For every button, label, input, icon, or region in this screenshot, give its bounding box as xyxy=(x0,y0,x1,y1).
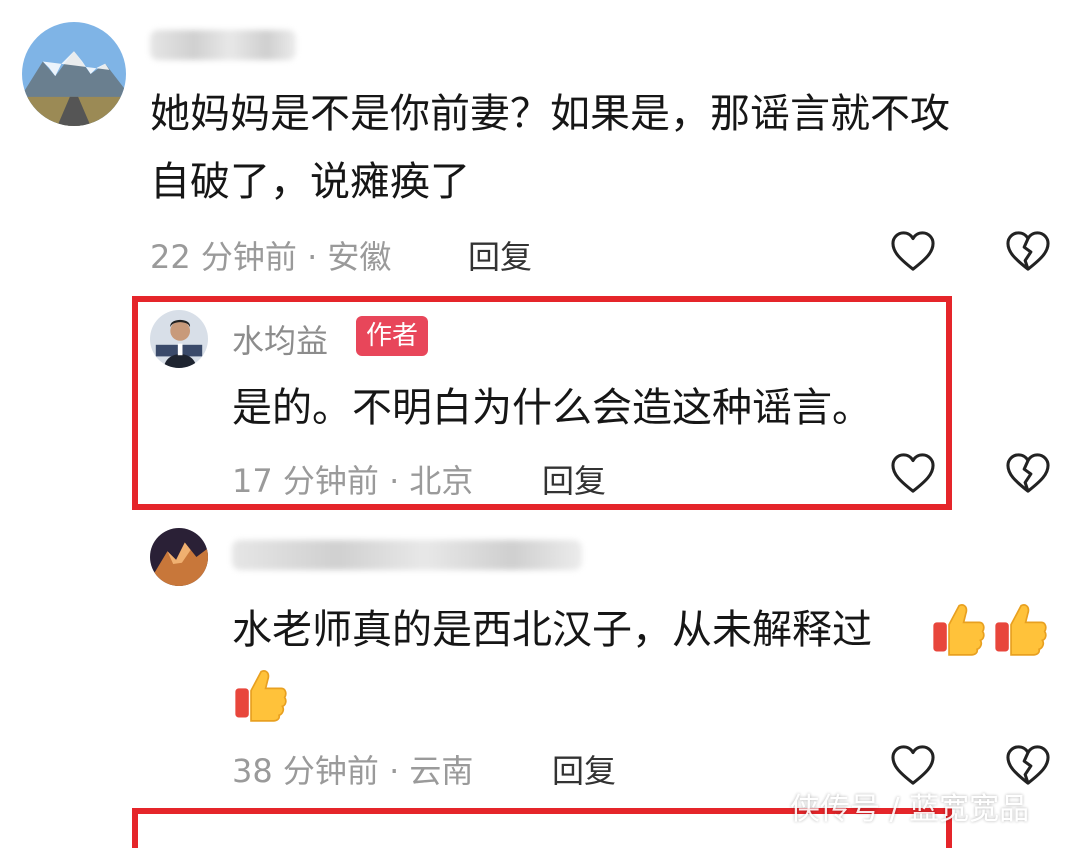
author-name[interactable]: 水均益 xyxy=(232,316,328,362)
thumbs-up-emoji xyxy=(232,666,288,722)
comment-text: 水老师真的是西北汉子，从未解释过 xyxy=(232,607,872,653)
thumbs-up-emoji xyxy=(930,600,986,656)
like-icon[interactable] xyxy=(890,744,936,786)
comment-meta: 17 分钟前 · 北京 xyxy=(232,462,474,500)
avatar[interactable] xyxy=(150,528,208,586)
like-icon[interactable] xyxy=(890,230,936,272)
author-badge: 作者 xyxy=(356,316,429,356)
reply-button[interactable]: 回复 xyxy=(542,456,606,502)
comment-meta: 22 分钟前 · 安徽 xyxy=(150,238,392,276)
thumbs-up-emoji xyxy=(992,600,1048,656)
dislike-icon[interactable] xyxy=(1005,230,1051,272)
avatar[interactable] xyxy=(22,22,126,126)
username-blurred xyxy=(232,540,582,570)
username-blurred xyxy=(150,30,296,60)
reply-button[interactable]: 回复 xyxy=(468,232,532,278)
dislike-icon[interactable] xyxy=(1005,744,1051,786)
dislike-icon[interactable] xyxy=(1005,452,1051,494)
comment-text: 自破了，说瘫痪了 xyxy=(150,159,470,205)
reply-button[interactable]: 回复 xyxy=(552,746,616,792)
watermark: 侠传号 / 蓝宽宽品 xyxy=(790,792,1030,827)
comment-text: 她妈妈是不是你前妻？如果是，那谣言就不攻 xyxy=(150,91,950,137)
avatar[interactable] xyxy=(150,310,208,368)
comment-meta: 38 分钟前 · 云南 xyxy=(232,752,474,790)
comment-text: 是的。不明白为什么会造这种谣言。 xyxy=(232,385,872,431)
like-icon[interactable] xyxy=(890,452,936,494)
